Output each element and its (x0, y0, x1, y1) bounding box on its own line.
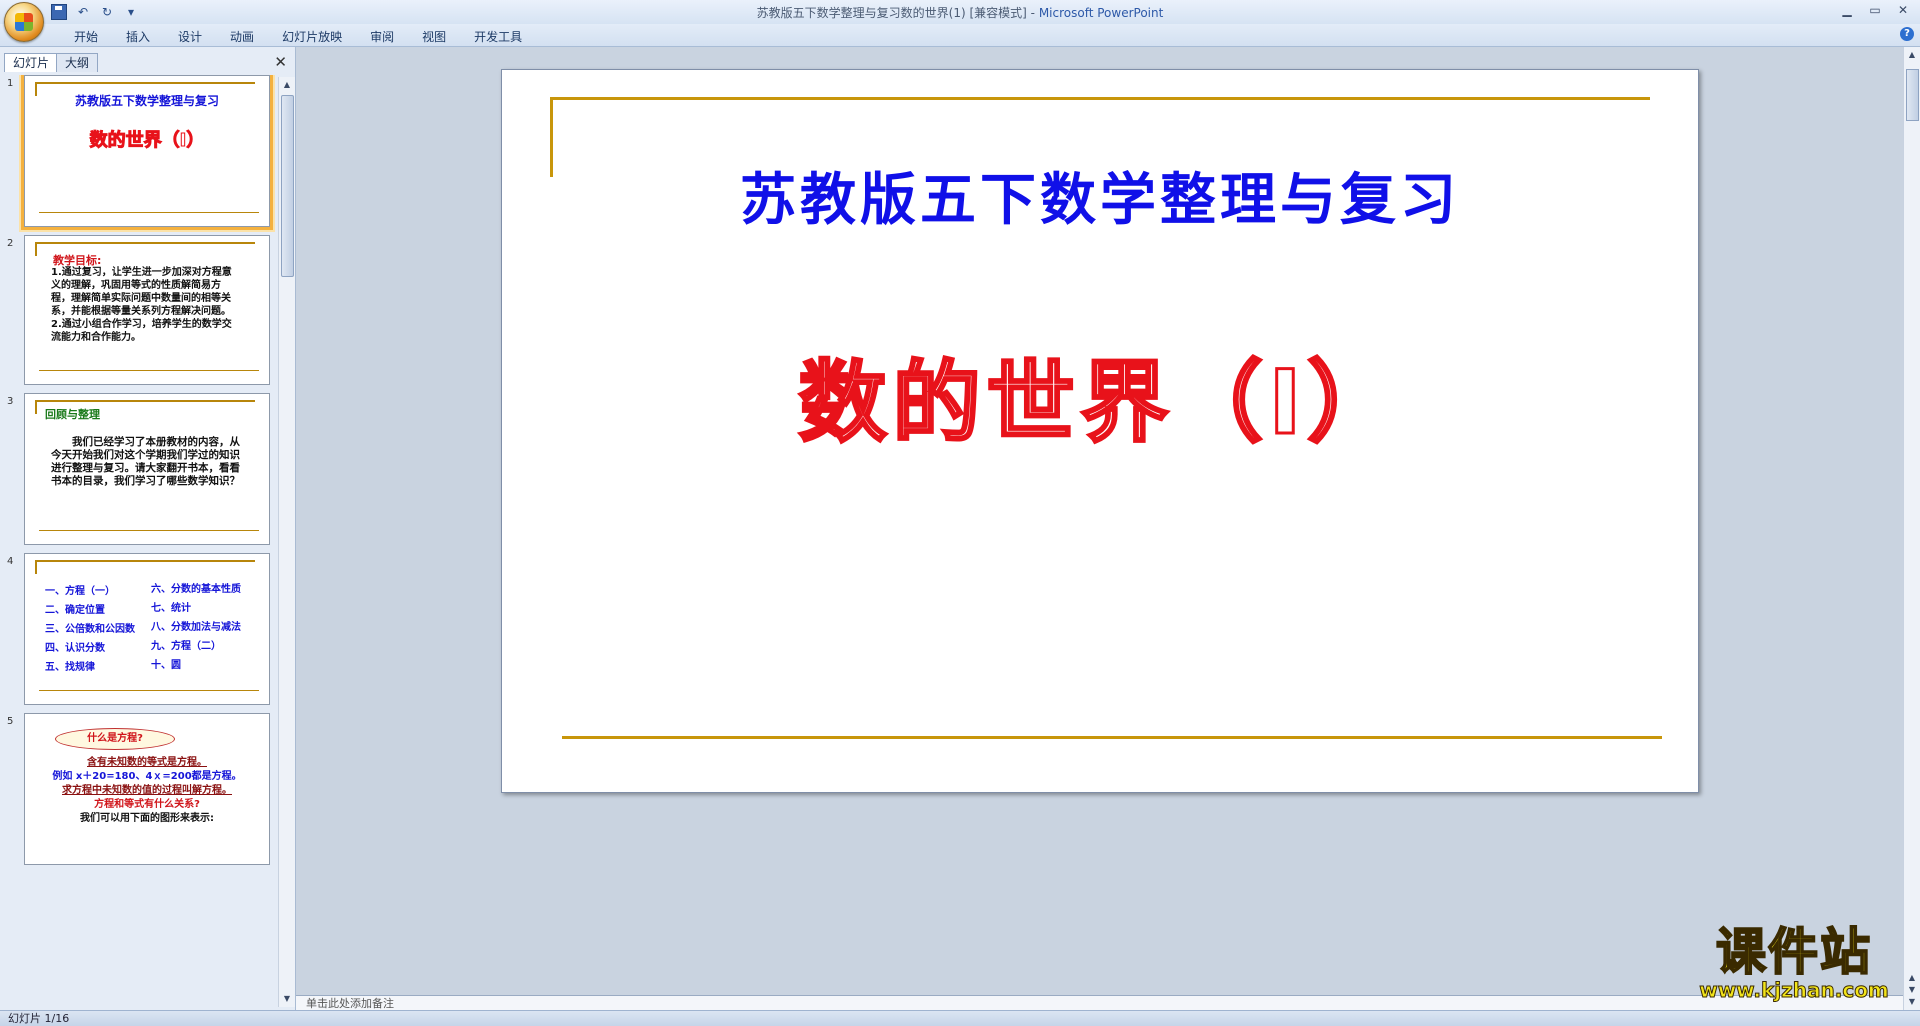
pane-close-icon[interactable]: ✕ (274, 53, 287, 71)
ribbon: 开始 插入 设计 动画 幻灯片放映 审阅 视图 开发工具 ? (0, 24, 1920, 47)
main-scrollbar[interactable]: ▲ ▲ ▼ ▼ (1903, 47, 1920, 1010)
scrollbar-thumb[interactable] (1906, 69, 1919, 121)
toc-item: 四、认识分数 (45, 643, 105, 654)
help-icon[interactable]: ? (1900, 27, 1914, 41)
notes-pane[interactable]: 单击此处添加备注 (296, 995, 1914, 1011)
pane-tabs: 幻灯片 大纲 ✕ (0, 51, 295, 73)
office-logo-icon (15, 13, 33, 31)
slides-pane: 幻灯片 大纲 ✕ 1 苏教版五下数学整理与复习 数的世界（I） 2 教学目标: … (0, 47, 296, 1010)
thumbnails-scrollbar[interactable]: ▲ ▼ (278, 77, 295, 1007)
toc-item: 九、方程（二） (151, 641, 221, 652)
thumbnail-bottom-rule (39, 212, 259, 213)
scroll-up-icon[interactable]: ▲ (281, 79, 293, 91)
thumbnail-slide-5[interactable]: 什么是方程? 含有未知数的等式是方程。 例如 x＋20=180、4ｘ=200都是… (24, 713, 270, 865)
thumbnail-list: 1 苏教版五下数学整理与复习 数的世界（I） 2 教学目标: 1.通过复习，让学… (0, 75, 278, 1010)
tab-view[interactable]: 视图 (408, 27, 460, 46)
tab-animations[interactable]: 动画 (216, 27, 268, 46)
current-slide[interactable]: 苏教版五下数学整理与复习 数的世界（I） (501, 69, 1699, 793)
watermark-url: www.kjzhan.com (1699, 978, 1890, 1002)
thumbnail-top-rule (35, 82, 255, 84)
thumbnail-slide-1[interactable]: 苏教版五下数学整理与复习 数的世界（I） (21, 75, 273, 230)
ribbon-tabs: 开始 插入 设计 动画 幻灯片放映 审阅 视图 开发工具 (60, 27, 536, 46)
watermark-logo: 课件站 www.kjzhan.com (1678, 923, 1910, 1002)
thumbnail-slide-3[interactable]: 回顾与整理 我们已经学习了本册教材的内容，从今天开始我们对这个学期我们学过的知识… (24, 393, 270, 545)
thumbnail-top-rule (35, 560, 255, 562)
toc-item: 三、公倍数和公因数 (45, 624, 135, 635)
scroll-up-icon[interactable]: ▲ (1906, 49, 1918, 61)
slide-title[interactable]: 苏教版五下数学整理与复习 (502, 155, 1698, 236)
status-bar: 幻灯片 1/16 (0, 1010, 1920, 1026)
thumbnail-line: 例如 x＋20=180、4ｘ=200都是方程。 (52, 771, 242, 782)
slide-counter: 幻灯片 1/16 (8, 1012, 70, 1025)
thumbnail-toc-col1: 一、方程（一） 二、确定位置 三、公倍数和公因数 四、认识分数 五、找规律 (45, 582, 135, 677)
thumbnail-number: 3 (7, 396, 14, 407)
slide-subtitle[interactable]: 数的世界（I） (502, 332, 1698, 459)
tab-slideshow[interactable]: 幻灯片放映 (268, 27, 356, 46)
tab-developer[interactable]: 开发工具 (460, 27, 536, 46)
scroll-down-icon[interactable]: ▼ (281, 993, 293, 1005)
slide-editor: 苏教版五下数学整理与复习 数的世界（I） (296, 47, 1904, 994)
thumbnail-slide-2[interactable]: 教学目标: 1.通过复习，让学生进一步加深对方程意义的理解，巩固用等式的性质解简… (24, 235, 270, 385)
toc-item: 五、找规律 (45, 662, 95, 673)
window-title: 苏教版五下数学整理与复习数的世界(1) [兼容模式] - Microsoft P… (0, 4, 1920, 21)
document-title: 苏教版五下数学整理与复习数的世界(1) [兼容模式] - (756, 6, 1039, 20)
tab-slides[interactable]: 幻灯片 (4, 53, 59, 72)
thumbnail-toc-col2: 六、分数的基本性质 七、统计 八、分数加法与减法 九、方程（二） 十、圆 (151, 580, 241, 675)
toc-item: 十、圆 (151, 660, 181, 671)
thumbnail-body: 我们已经学习了本册教材的内容，从今天开始我们对这个学期我们学过的知识进行整理与复… (51, 436, 240, 487)
app-name: Microsoft PowerPoint (1038, 6, 1164, 20)
thumbnail-body: 含有未知数的等式是方程。 例如 x＋20=180、4ｘ=200都是方程。 求方程… (25, 756, 269, 826)
toc-item: 八、分数加法与减法 (151, 622, 241, 633)
slide-bottom-rule (562, 736, 1662, 739)
thumbnail-top-rule (35, 400, 255, 402)
thumbnail-body: 1.通过复习，让学生进一步加深对方程意义的理解，巩固用等式的性质解简易方程，理解… (51, 267, 232, 343)
thumbnail-line: 我们可以用下面的图形来表示: (80, 813, 214, 824)
thumbnail-title: 苏教版五下数学整理与复习 (74, 94, 219, 108)
thumbnail-line: 方程和等式有什么关系? (94, 799, 200, 810)
close-button[interactable]: ✕ (1890, 1, 1916, 19)
thumbnail-left-rule (35, 400, 37, 414)
thumbnail-bottom-rule (39, 530, 259, 531)
thumbnail-left-rule (35, 242, 37, 256)
thumbnail-slide-4[interactable]: 一、方程（一） 二、确定位置 三、公倍数和公因数 四、认识分数 五、找规律 六、… (24, 553, 270, 705)
thumbnail-number: 5 (7, 716, 14, 727)
watermark-text: 课件站 (1715, 923, 1872, 981)
slide-top-rule (550, 97, 1650, 100)
thumbnail-line: 求方程中未知数的值的过程叫解方程。 (62, 785, 232, 796)
minimize-button[interactable]: ▁ (1834, 1, 1860, 19)
window-controls: ▁ ▭ ✕ (1834, 1, 1916, 19)
thumbnail-bubble: 什么是方程? (55, 728, 175, 750)
tab-design[interactable]: 设计 (164, 27, 216, 46)
tab-review[interactable]: 审阅 (356, 27, 408, 46)
restore-button[interactable]: ▭ (1862, 1, 1888, 19)
office-button[interactable] (4, 2, 44, 42)
tab-home[interactable]: 开始 (60, 27, 112, 46)
toc-item: 二、确定位置 (45, 605, 105, 616)
toc-item: 七、统计 (151, 603, 191, 614)
title-bar: ↶ ↻ ▾ 苏教版五下数学整理与复习数的世界(1) [兼容模式] - Micro… (0, 0, 1920, 42)
tab-outline[interactable]: 大纲 (56, 53, 99, 72)
thumbnail-top-rule (35, 242, 255, 244)
thumbnail-line: 含有未知数的等式是方程。 (87, 757, 207, 768)
toc-item: 一、方程（一） (45, 586, 115, 597)
thumbnail-number: 2 (7, 238, 14, 249)
thumbnail-left-rule (35, 560, 37, 574)
thumbnail-number: 4 (7, 556, 14, 567)
thumbnail-bottom-rule (39, 370, 259, 371)
thumbnail-bottom-rule (39, 690, 259, 691)
thumbnail-heading: 回顾与整理 (45, 408, 100, 421)
tab-insert[interactable]: 插入 (112, 27, 164, 46)
thumbnail-number: 1 (7, 78, 14, 89)
scrollbar-thumb[interactable] (281, 95, 294, 277)
thumbnail-subtitle: 数的世界（I） (89, 130, 205, 152)
toc-item: 六、分数的基本性质 (151, 584, 241, 595)
